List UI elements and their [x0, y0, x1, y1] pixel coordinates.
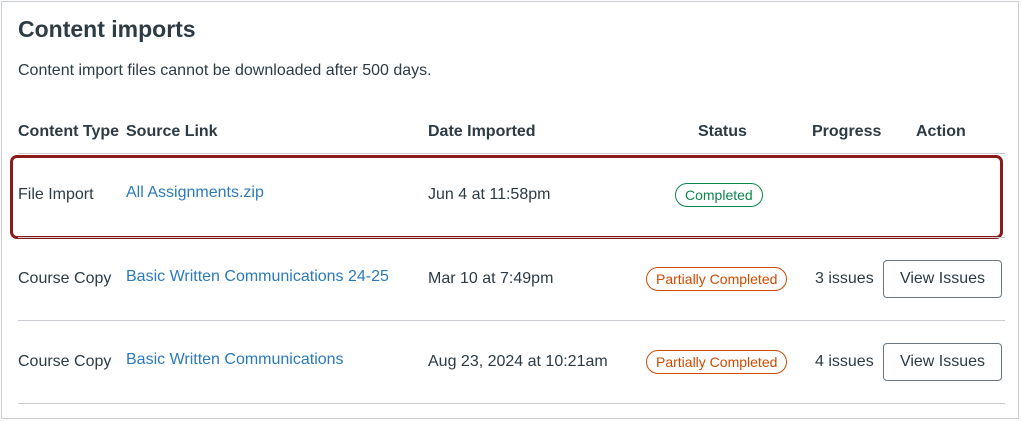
date-imported-cell: Mar 10 at 7:49pm	[428, 270, 554, 287]
progress-issues-count: 4 issues	[815, 353, 874, 370]
view-issues-button[interactable]: View Issues	[883, 260, 1002, 298]
status-badge: Partially Completed	[646, 267, 788, 291]
content-type-cell: Course Copy	[18, 353, 112, 370]
column-header-progress: Progress	[812, 123, 882, 140]
download-note: Content import files cannot be downloade…	[18, 62, 432, 79]
page-title: Content imports	[18, 16, 196, 42]
view-issues-button[interactable]: View Issues	[883, 343, 1002, 381]
column-header-status: Status	[698, 123, 747, 140]
row-highlight-outline	[10, 155, 1003, 239]
column-header-content-type: Content Type	[18, 123, 120, 140]
header-divider	[18, 153, 1005, 154]
progress-issues-count: 3 issues	[815, 270, 874, 287]
row-divider	[18, 237, 1005, 238]
table-bottom-divider	[18, 403, 1005, 404]
status-badge: Partially Completed	[646, 350, 788, 374]
column-header-source-link: Source Link	[126, 123, 218, 140]
column-header-action: Action	[916, 123, 966, 140]
column-header-date-imported: Date Imported	[428, 123, 536, 140]
source-link[interactable]: Basic Written Communications 24-25	[126, 268, 389, 286]
content-type-cell: Course Copy	[18, 270, 112, 287]
date-imported-cell: Aug 23, 2024 at 10:21am	[428, 353, 608, 370]
content-imports-panel: Content imports Content import files can…	[1, 1, 1019, 419]
source-link[interactable]: Basic Written Communications	[126, 351, 344, 369]
row-divider	[18, 320, 1005, 321]
